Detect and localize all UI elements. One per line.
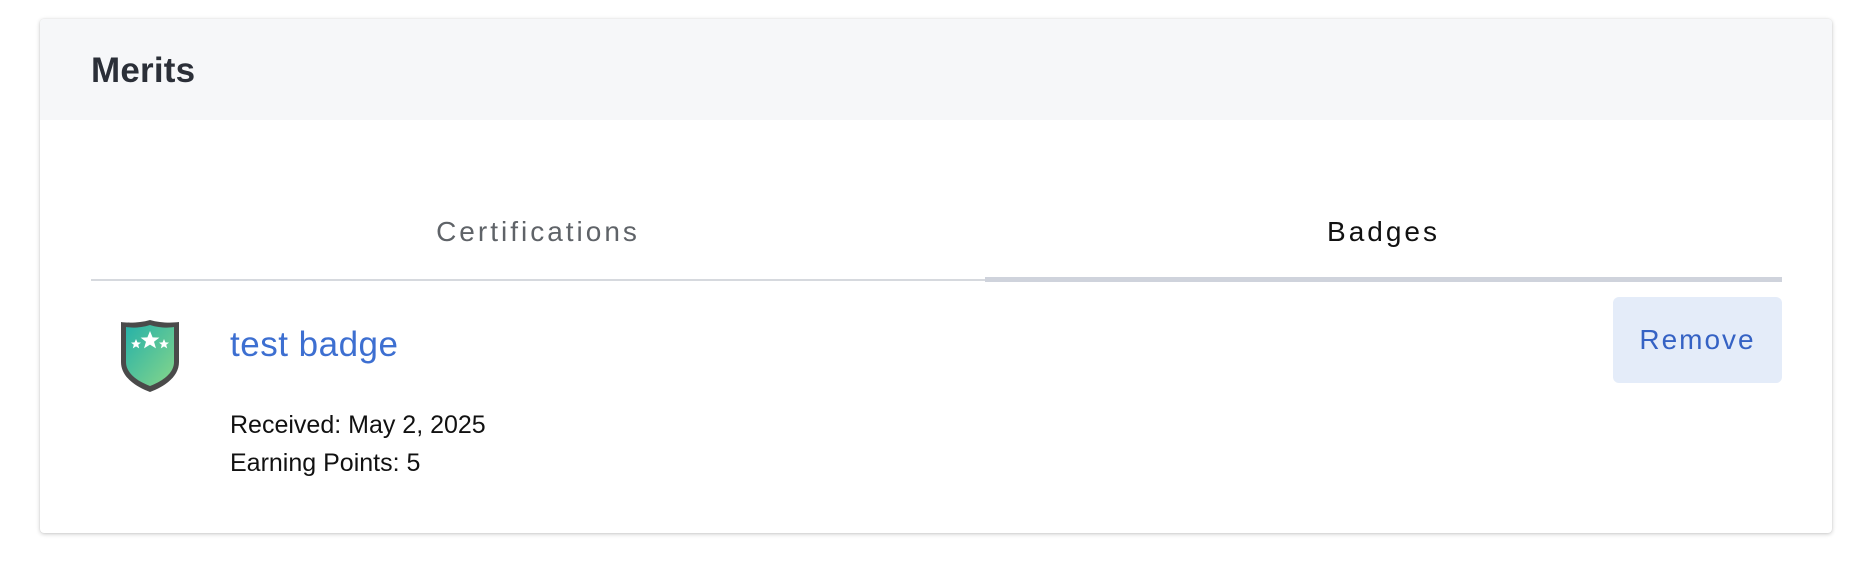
shield-star-icon <box>121 320 179 392</box>
page-title: Merits <box>91 50 196 90</box>
tab-badges[interactable]: Badges <box>985 185 1782 282</box>
badge-name-link[interactable]: test badge <box>230 325 398 365</box>
badge-earning-points: Earning Points: 5 <box>230 449 421 477</box>
badge-list-item: test badge Received: May 2, 2025 Earning… <box>91 281 1782 501</box>
merits-card: Merits Certifications Badges test badge … <box>40 19 1832 533</box>
card-header: Merits <box>40 19 1832 120</box>
tab-certifications[interactable]: Certifications <box>91 185 985 279</box>
badge-received-date: Received: May 2, 2025 <box>230 411 486 439</box>
merits-tabs: Certifications Badges <box>91 185 1782 282</box>
remove-badge-button[interactable]: Remove <box>1613 297 1782 383</box>
